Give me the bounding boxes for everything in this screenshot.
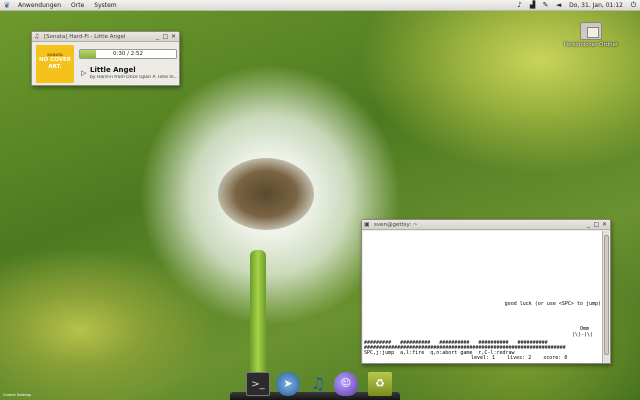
song-title: Little Angel	[90, 66, 136, 74]
desktop-icon-label: Persönlicher Ordner	[563, 42, 619, 48]
terminal-app-icon: ▣	[364, 221, 370, 228]
terminal-line: good luck (or use <SPC> to jump)	[504, 301, 601, 307]
song-artist-album: by Hard-Fi from Once Upon A Time In...	[90, 75, 178, 80]
home-folder-icon	[580, 22, 602, 40]
sonata-titlebar[interactable]: ♫ [Sonata] Hard-Fi - Little Angel _ □ ✕	[32, 32, 179, 42]
chat-client-icon[interactable]: ☺	[334, 372, 358, 396]
terminal-scrollbar[interactable]	[602, 231, 609, 363]
desktop-icon-home-folder[interactable]: Persönlicher Ordner	[562, 22, 620, 48]
web-browser-icon[interactable]: ➤	[276, 372, 300, 396]
sonata-window-title: [Sonata] Hard-Fi - Little Angel	[44, 33, 126, 40]
desktop-corner-label: Gnome Desktop	[3, 393, 32, 397]
dandelion-seedhead	[218, 158, 314, 230]
terminal-icon[interactable]: >_	[246, 372, 270, 396]
sonata-app-icon: ♫	[34, 33, 40, 40]
scrollbar-thumb[interactable]	[604, 235, 609, 355]
close-icon[interactable]: ✕	[170, 33, 177, 40]
sonata-window: ♫ [Sonata] Hard-Fi - Little Angel _ □ ✕ …	[31, 31, 180, 86]
trash-icon[interactable]: ♻	[368, 372, 392, 396]
music-player-icon[interactable]: ♫	[306, 372, 330, 396]
maximize-icon[interactable]: □	[162, 33, 169, 40]
notes-icon[interactable]: ✎	[541, 1, 550, 10]
terminal-titlebar[interactable]: ▣ sven@gettsy: ~ _ □ ✕	[362, 220, 610, 230]
close-icon[interactable]: ✕	[601, 221, 608, 228]
menu-places[interactable]: Orte	[66, 2, 89, 9]
minimize-icon[interactable]: _	[154, 33, 161, 40]
panel-clock[interactable]: Do, 31. Jan, 01:12	[565, 2, 627, 9]
minimize-icon[interactable]: _	[585, 221, 592, 228]
volume-icon[interactable]: ◄	[554, 1, 563, 10]
music-note-icon[interactable]: ♪	[515, 1, 524, 10]
play-icon[interactable]: ▷	[81, 69, 86, 77]
album-cover: SONATA NO COVER ART.	[36, 45, 74, 83]
terminal-window-title: sven@gettsy: ~	[374, 221, 418, 228]
dock: >_ ➤ ♫ ☺ ♻	[230, 366, 400, 400]
network-signal-icon[interactable]: ▟	[528, 1, 537, 10]
top-panel: ❦ Anwendungen Orte System ♪ ▟ ✎ ◄ Do, 31…	[0, 0, 640, 11]
power-icon[interactable]: ⏻	[629, 1, 638, 10]
terminal-output[interactable]: good luck (or use <SPC> to jump) Omm (\)…	[363, 231, 603, 363]
terminal-window: ▣ sven@gettsy: ~ _ □ ✕ good luck (or use…	[361, 219, 611, 364]
cover-text: NO COVER ART.	[38, 57, 71, 70]
terminal-line: (\)-(\)	[571, 332, 593, 338]
menu-applications[interactable]: Anwendungen	[13, 2, 66, 9]
menu-system[interactable]: System	[89, 2, 121, 9]
progress-text: 0:30 / 2:52	[112, 51, 144, 57]
song-progress-bar[interactable]: 0:30 / 2:52	[79, 49, 177, 59]
maximize-icon[interactable]: □	[593, 221, 600, 228]
gnome-foot-icon[interactable]: ❦	[1, 1, 13, 10]
terminal-line: level: 1 lives: 2 score: 0	[471, 355, 568, 361]
